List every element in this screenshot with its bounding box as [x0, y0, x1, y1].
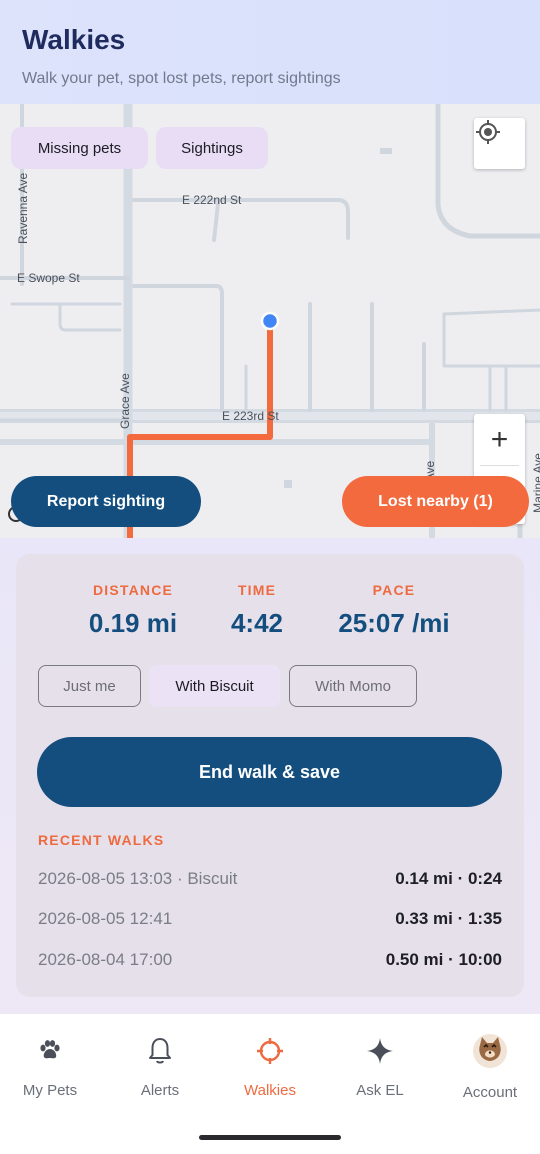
companion-just-me[interactable]: Just me	[38, 665, 141, 707]
my-location-button[interactable]	[474, 118, 525, 169]
stat-time-value: 4:42	[230, 608, 284, 638]
end-walk-button[interactable]: End walk & save	[37, 737, 502, 807]
street-label-grace: Grace Ave	[118, 373, 132, 429]
crosshair-icon	[476, 120, 500, 144]
crosshair-icon	[216, 1034, 324, 1068]
recent-walk-date: 2026-08-05 12:41	[38, 909, 173, 928]
nav-item-walkies[interactable]: Walkies	[216, 1034, 324, 1099]
map-streets	[0, 104, 540, 538]
recent-walk-stats: 0.14 mi · 0:24	[395, 869, 502, 888]
recent-walk-date: 2026-08-04 17:00	[38, 950, 173, 969]
walk-card: DISTANCE 0.19 mi TIME 4:42 PACE 25:07 /m…	[16, 554, 524, 997]
home-indicator[interactable]	[199, 1135, 341, 1140]
map-view[interactable]: Ravenna Ave E 222nd St E Swope St Grace …	[0, 104, 540, 538]
lost-nearby-button[interactable]: Lost nearby (1)	[342, 476, 529, 527]
page-subtitle: Walk your pet, spot lost pets, report si…	[22, 70, 341, 87]
stat-distance: DISTANCE 0.19 mi	[73, 582, 193, 639]
stat-pace-label: PACE	[372, 582, 416, 598]
recent-walk-stats: 0.33 mi · 1:35	[395, 909, 502, 928]
recent-walk-row[interactable]: 2026-08-04 17:00 0.50 mi · 10:00	[38, 950, 502, 972]
street-label-marine: Marine Ave	[530, 453, 540, 513]
nav-item-my-pets[interactable]: My Pets	[0, 1034, 104, 1099]
recent-walk-row[interactable]: 2026-08-05 13:03 · Biscuit 0.14 mi · 0:2…	[38, 869, 502, 891]
stat-time-label: TIME	[237, 582, 277, 598]
user-location-dot	[260, 311, 280, 331]
nav-item-alerts[interactable]: Alerts	[106, 1034, 214, 1099]
sparkle-icon	[326, 1034, 434, 1068]
recent-walk-row[interactable]: 2026-08-05 12:41 0.33 mi · 1:35	[38, 909, 502, 931]
filter-sightings[interactable]: Sightings	[156, 127, 268, 169]
filter-missing-pets[interactable]: Missing pets	[11, 127, 148, 169]
stat-pace: PACE 25:07 /mi	[322, 582, 466, 639]
page-title: Walkies	[22, 24, 126, 55]
nav-label: Walkies	[244, 1082, 296, 1099]
stat-distance-label: DISTANCE	[92, 582, 174, 598]
companion-with-momo[interactable]: With Momo	[289, 665, 417, 707]
bell-icon	[106, 1034, 214, 1068]
paw-icon	[0, 1034, 104, 1068]
stat-time: TIME 4:42	[207, 582, 307, 639]
stat-pace-value: 25:07 /mi	[338, 608, 450, 638]
nav-label: My Pets	[22, 1082, 78, 1099]
recent-walk-stats: 0.50 mi · 10:00	[385, 950, 502, 969]
nav-label: Alerts	[140, 1082, 180, 1099]
recent-walks-heading: RECENT WALKS	[38, 832, 165, 848]
street-label-e222: E 222nd St	[182, 193, 242, 207]
nav-label: Account	[462, 1084, 518, 1101]
street-label-swope: E Swope St	[17, 271, 80, 285]
street-label-ravenna: Ravenna Ave	[16, 172, 30, 244]
cat-avatar-icon	[436, 1034, 540, 1068]
recent-walk-date: 2026-08-05 13:03 · Biscuit	[38, 869, 238, 888]
nav-item-ask-el[interactable]: Ask EL	[326, 1034, 434, 1099]
zoom-divider	[480, 465, 519, 466]
stat-distance-value: 0.19 mi	[88, 608, 178, 638]
report-sighting-button[interactable]: Report sighting	[11, 476, 201, 527]
bottom-nav: My Pets Alerts Walkies Ask EL Account	[0, 1014, 540, 1154]
street-label-e223: E 223rd St	[222, 409, 279, 423]
app-header: Walkies Walk your pet, spot lost pets, r…	[0, 0, 540, 104]
companion-with-biscuit[interactable]: With Biscuit	[149, 665, 280, 707]
zoom-in-button[interactable]: +	[474, 414, 525, 465]
nav-item-account[interactable]: Account	[436, 1034, 540, 1101]
nav-label: Ask EL	[356, 1082, 404, 1099]
